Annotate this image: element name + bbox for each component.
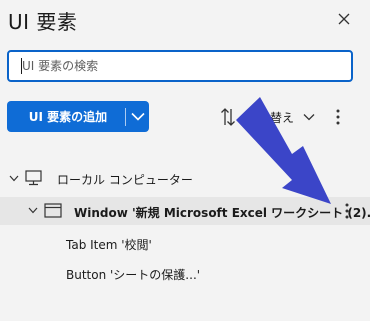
tree-item-window[interactable]: Window '新規 Microsoft Excel ワークシート (2)...…	[0, 197, 370, 225]
add-ui-element-split-button[interactable]: UI 要素の追加	[7, 101, 149, 132]
tree-item-label: Window '新規 Microsoft Excel ワークシート (2)...…	[74, 206, 370, 220]
chevron-down-icon[interactable]	[28, 207, 38, 214]
text-caret	[21, 58, 22, 74]
monitor-icon	[25, 170, 42, 186]
sort-label: 並べ替え	[246, 110, 295, 125]
tree-item-tab[interactable]: Tab Item '校閲'	[0, 232, 370, 256]
sort-dropdown-button[interactable]	[300, 108, 318, 126]
tree-item-local-computer[interactable]: ローカル コンピューター	[0, 166, 370, 192]
close-button[interactable]	[334, 9, 354, 29]
item-more-options-button[interactable]	[342, 203, 352, 219]
chevron-down-icon[interactable]	[9, 175, 19, 182]
search-box[interactable]	[7, 50, 353, 82]
panel-title: UI 要素	[8, 10, 78, 34]
more-vertical-icon	[336, 109, 340, 125]
tree-item-label: Button 'シートの保護...'	[66, 268, 201, 282]
window-icon	[44, 203, 62, 218]
close-icon	[338, 13, 350, 25]
sort-button[interactable]: 並べ替え	[220, 106, 294, 128]
add-ui-element-button[interactable]: UI 要素の追加	[7, 108, 125, 125]
more-vertical-icon	[345, 203, 349, 219]
add-ui-element-dropdown-button[interactable]	[126, 101, 149, 132]
search-input[interactable]	[9, 52, 342, 80]
tree-item-button[interactable]: Button 'シートの保護...'	[0, 262, 370, 286]
chevron-down-icon	[303, 114, 315, 121]
more-options-button[interactable]	[330, 106, 346, 128]
chevron-down-icon	[130, 112, 145, 121]
tree-item-label: ローカル コンピューター	[57, 173, 193, 187]
sort-arrows-icon	[221, 108, 235, 126]
ui-elements-panel: UI 要素 UI 要素の追加 並べ替え	[0, 0, 370, 321]
tree-item-label: Tab Item '校閲'	[66, 238, 152, 252]
